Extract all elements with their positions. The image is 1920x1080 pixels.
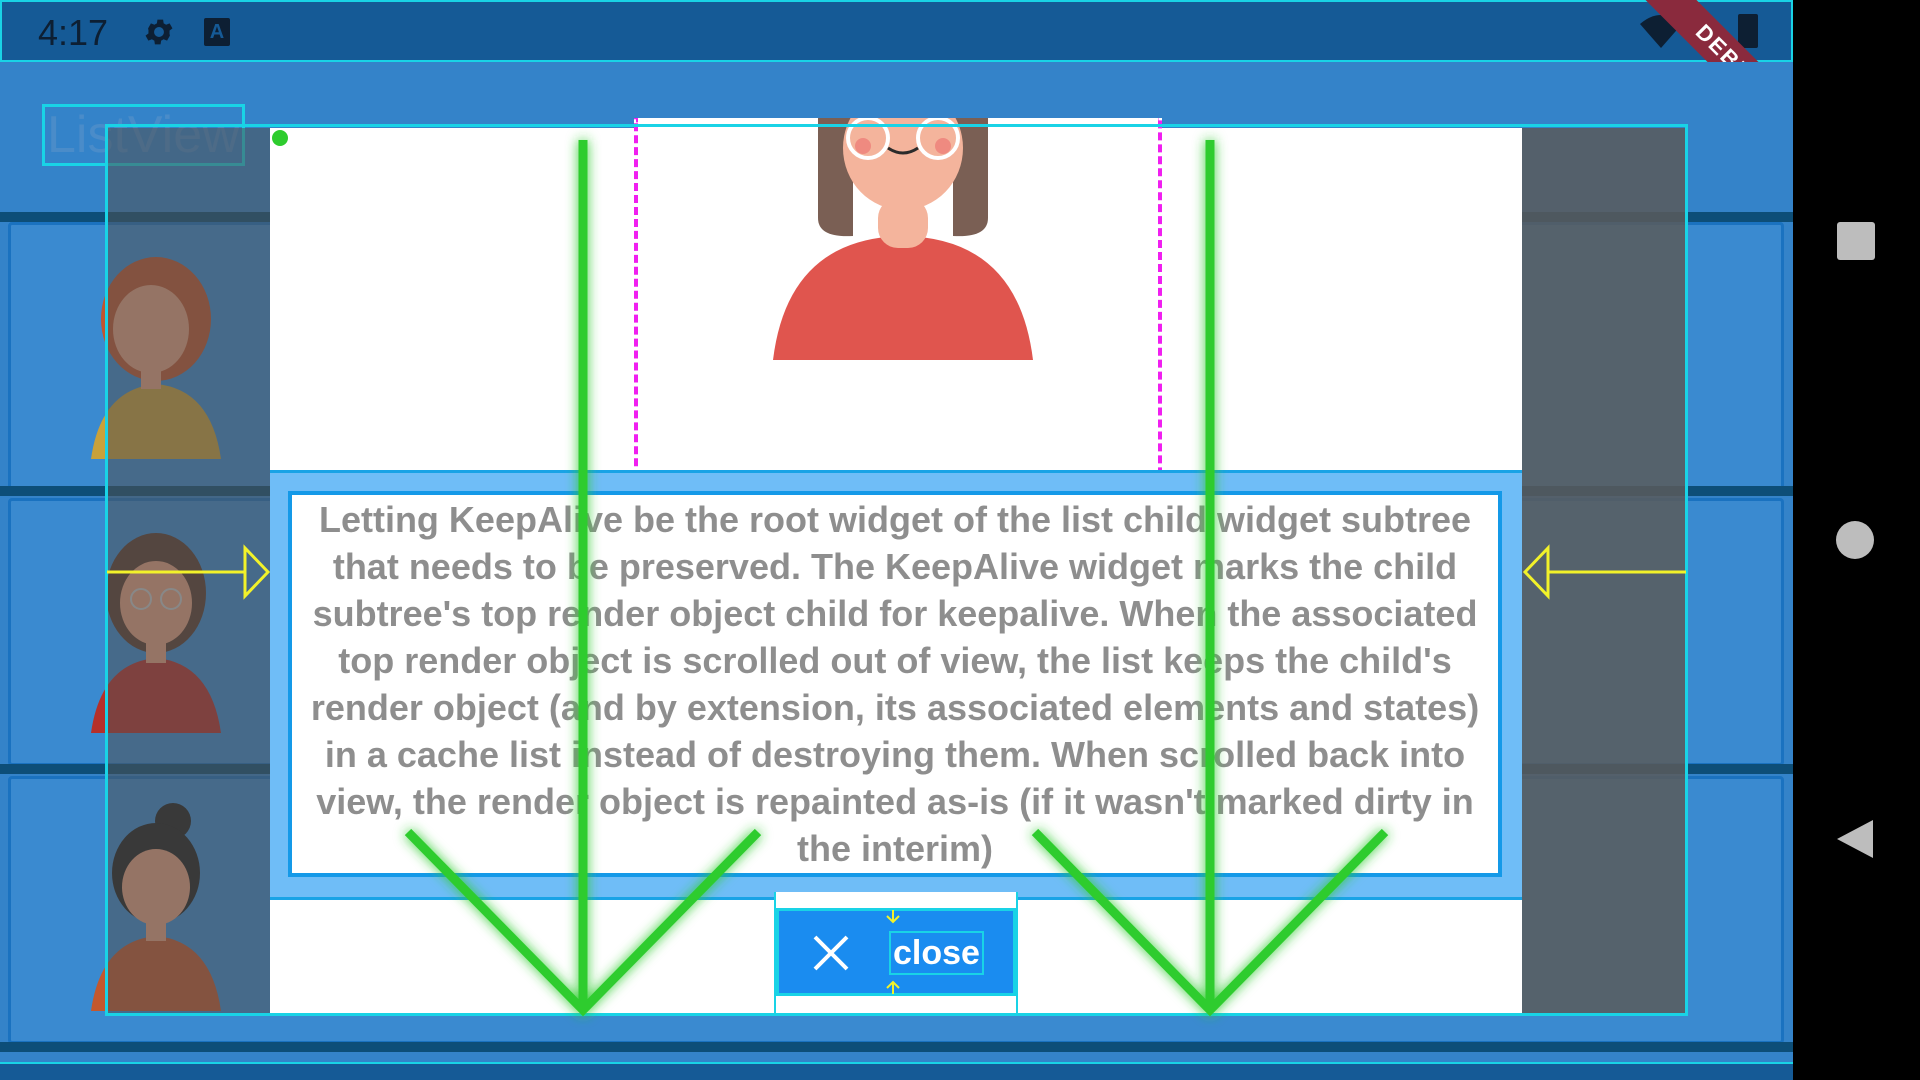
a-icon: A xyxy=(204,18,230,46)
recents-button[interactable] xyxy=(1837,222,1875,260)
status-time: 4:17 xyxy=(38,12,109,53)
list-divider xyxy=(0,1042,1793,1052)
home-button[interactable] xyxy=(1836,521,1874,559)
gear-icon xyxy=(145,19,173,45)
dialog-outline xyxy=(105,124,1688,1016)
app-screen: 4:17 A DEBUG ListView xyxy=(0,0,1793,1080)
back-button[interactable] xyxy=(1835,818,1875,860)
device-frame: 4:17 A DEBUG ListView xyxy=(0,0,1920,1080)
battery-icon xyxy=(1738,14,1758,48)
status-bar: 4:17 A DEBUG xyxy=(0,0,1793,158)
bottom-bar xyxy=(0,1062,1793,1080)
nav-bar xyxy=(1793,0,1920,1080)
